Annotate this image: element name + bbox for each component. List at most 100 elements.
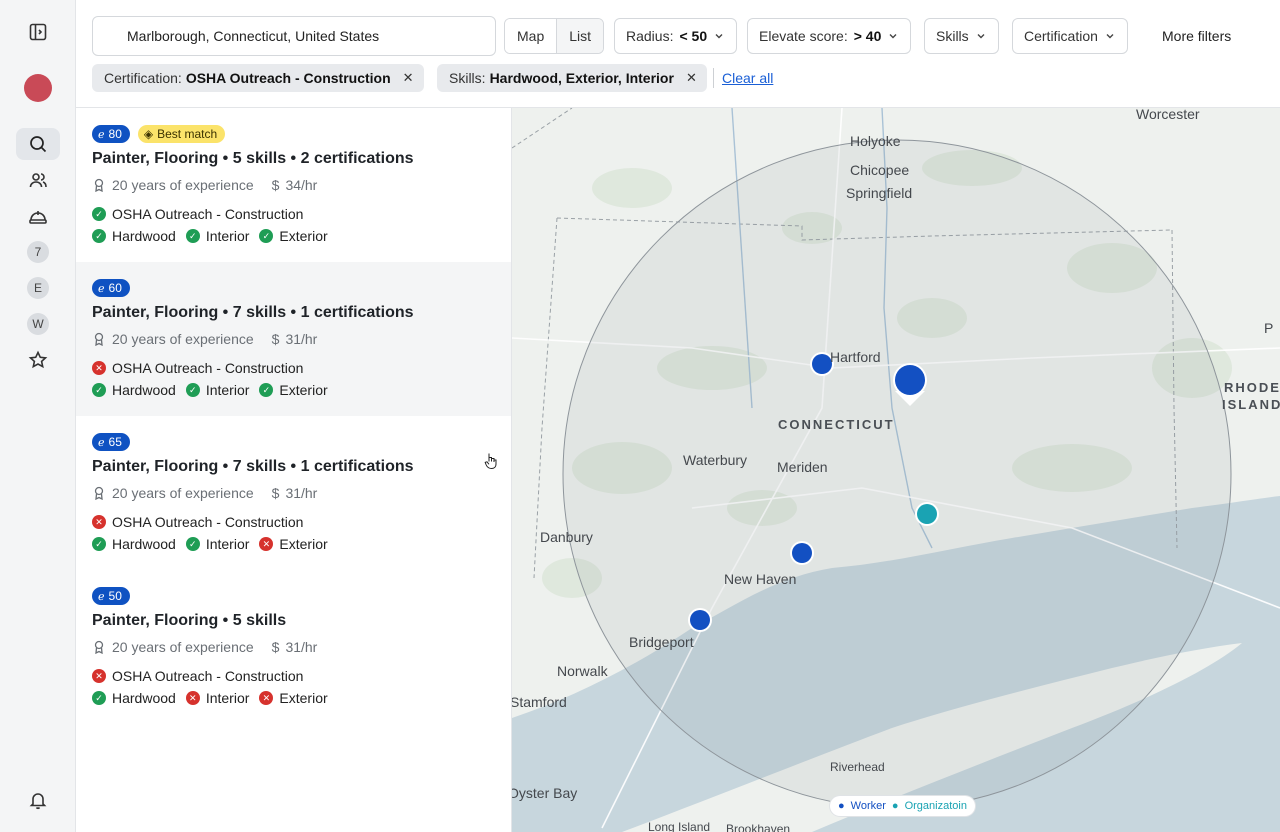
skill-name: Hardwood	[112, 690, 176, 706]
list-view-button[interactable]: List	[557, 19, 604, 53]
map-canvas	[512, 108, 1280, 832]
skills-filter-dropdown[interactable]: Skills	[924, 18, 999, 54]
award-icon	[94, 178, 104, 192]
map-place-label: Long Island	[648, 820, 711, 832]
map-place-label: Springfield	[846, 185, 913, 201]
elevate-logo-icon: ℯ	[98, 436, 105, 449]
map-state-label: RHODE	[1224, 380, 1280, 395]
result-card[interactable]: ℯ 65 Painter, Flooring • 7 skills • 1 cer…	[76, 416, 511, 570]
map-place-label: Danbury	[540, 529, 593, 545]
check-icon: ✓	[92, 537, 106, 551]
map-place-label: Meriden	[777, 459, 828, 475]
org-badge-label: 7	[27, 241, 49, 263]
map-view[interactable]: Worcester Holyoke Chicopee Springfield H…	[512, 108, 1280, 832]
map-place-label: P	[1264, 320, 1274, 336]
map-place-label: Stamford	[512, 694, 567, 710]
map-place-label: New Haven	[724, 571, 797, 587]
x-circle-icon: ✕	[92, 669, 106, 683]
results-list: ℯ 80 ◈ Best match Painter, Flooring • 5 sk…	[76, 108, 512, 832]
chevron-down-icon	[1106, 34, 1114, 39]
clear-all-link[interactable]: Clear all	[722, 70, 773, 86]
certification-filter-label: Certification	[1024, 28, 1098, 44]
result-card[interactable]: ℯ 50 Painter, Flooring • 5 skills 20 year…	[76, 570, 511, 724]
map-place-label: Norwalk	[557, 663, 608, 679]
close-icon[interactable]: ✕	[686, 70, 697, 86]
star-icon[interactable]	[16, 344, 60, 376]
experience-text: 20 years of experience	[112, 485, 254, 501]
check-icon: ✓	[92, 383, 106, 397]
org-badge-7[interactable]: 7	[16, 236, 60, 268]
result-card[interactable]: ℯ 80 ◈ Best match Painter, Flooring • 5 sk…	[76, 108, 511, 262]
check-icon: ✓	[259, 229, 274, 243]
rate-text: 31/hr	[285, 331, 318, 347]
legend-worker-label: Worker	[850, 800, 886, 812]
more-filters-button[interactable]: More filters	[1162, 28, 1231, 44]
chevron-down-icon	[977, 34, 985, 39]
hardhat-icon[interactable]	[16, 200, 60, 232]
skill-name: Interior	[205, 382, 250, 398]
x-circle-icon: ✕	[92, 515, 106, 529]
experience-text: 20 years of experience	[112, 331, 254, 347]
award-icon	[94, 486, 104, 500]
diamond-icon: ◈	[143, 127, 154, 141]
search-icon[interactable]	[16, 128, 60, 160]
result-card[interactable]: ℯ 60 Painter, Flooring • 7 skills • 1 cer…	[76, 262, 511, 416]
score-filter-value: > 40	[853, 28, 882, 44]
skills-filter-label: Skills	[936, 28, 969, 44]
people-icon[interactable]	[16, 164, 60, 196]
left-rail: 7 E W	[0, 0, 76, 832]
skill-name: Hardwood	[112, 228, 176, 244]
map-state-label: ISLAND	[1222, 397, 1280, 412]
skill-name: Exterior	[279, 536, 328, 552]
org-dot-icon: ●	[891, 800, 899, 812]
chip-label: Skills:	[449, 70, 486, 86]
map-state-label: CONNECTICUT	[778, 417, 895, 432]
elevate-score-badge: ℯ 50	[92, 587, 130, 605]
skill-name: Interior	[205, 690, 250, 706]
check-icon: ✓	[185, 537, 200, 551]
elevate-logo-icon: ℯ	[98, 128, 105, 141]
check-icon: ✓	[92, 229, 106, 243]
map-place-label: Holyoke	[850, 133, 901, 149]
map-place-label: Worcester	[1136, 108, 1200, 122]
check-icon: ✓	[92, 207, 106, 221]
score-filter-dropdown[interactable]: Elevate score: > 40	[747, 18, 912, 54]
brand-logo[interactable]	[24, 74, 52, 102]
dollar-icon: $	[271, 331, 280, 347]
check-icon: ✓	[92, 691, 106, 705]
map-place-label: Waterbury	[683, 452, 748, 468]
elevate-score-badge: ℯ 60	[92, 279, 130, 297]
chip-label: Certification:	[104, 70, 182, 86]
score-value: 60	[108, 281, 122, 295]
close-icon[interactable]: ✕	[403, 70, 414, 86]
result-title: Painter, Flooring • 5 skills • 2 certifi…	[92, 150, 414, 167]
org-badge-e[interactable]: E	[16, 272, 60, 304]
score-filter-label: Elevate score:	[759, 28, 848, 44]
score-value: 50	[108, 589, 122, 603]
skill-name: Hardwood	[112, 536, 176, 552]
check-icon: ✓	[185, 229, 200, 243]
check-icon: ✓	[185, 383, 200, 397]
certification-filter-dropdown[interactable]: Certification	[1012, 18, 1128, 54]
skill-name: Exterior	[279, 690, 328, 706]
radius-filter-label: Radius:	[626, 28, 674, 44]
cert-name: OSHA Outreach - Construction	[112, 668, 304, 684]
active-filter-chip: Certification: OSHA Outreach - Construct…	[92, 64, 424, 92]
skill-name: Hardwood	[112, 382, 176, 398]
org-badge-label: E	[27, 277, 49, 299]
hand-cursor-icon	[484, 453, 497, 470]
dollar-icon: $	[271, 639, 280, 655]
elevate-score-badge: ℯ 65	[92, 433, 130, 451]
map-view-button[interactable]: Map	[505, 19, 558, 53]
sidebar-toggle-icon[interactable]	[16, 16, 60, 48]
map-place-label: Chicopee	[850, 162, 910, 178]
radius-filter-dropdown[interactable]: Radius: < 50	[614, 18, 738, 54]
bell-icon[interactable]	[16, 784, 60, 816]
location-input[interactable]: Marlborough, Connecticut, United States	[92, 16, 496, 56]
chip-value: OSHA Outreach - Construction	[185, 70, 391, 86]
org-badge-w[interactable]: W	[16, 308, 60, 340]
check-icon: ✓	[259, 383, 274, 397]
result-title: Painter, Flooring • 5 skills	[92, 612, 287, 629]
score-value: 80	[108, 127, 122, 141]
filter-bar: Marlborough, Connecticut, United States …	[76, 0, 1280, 108]
